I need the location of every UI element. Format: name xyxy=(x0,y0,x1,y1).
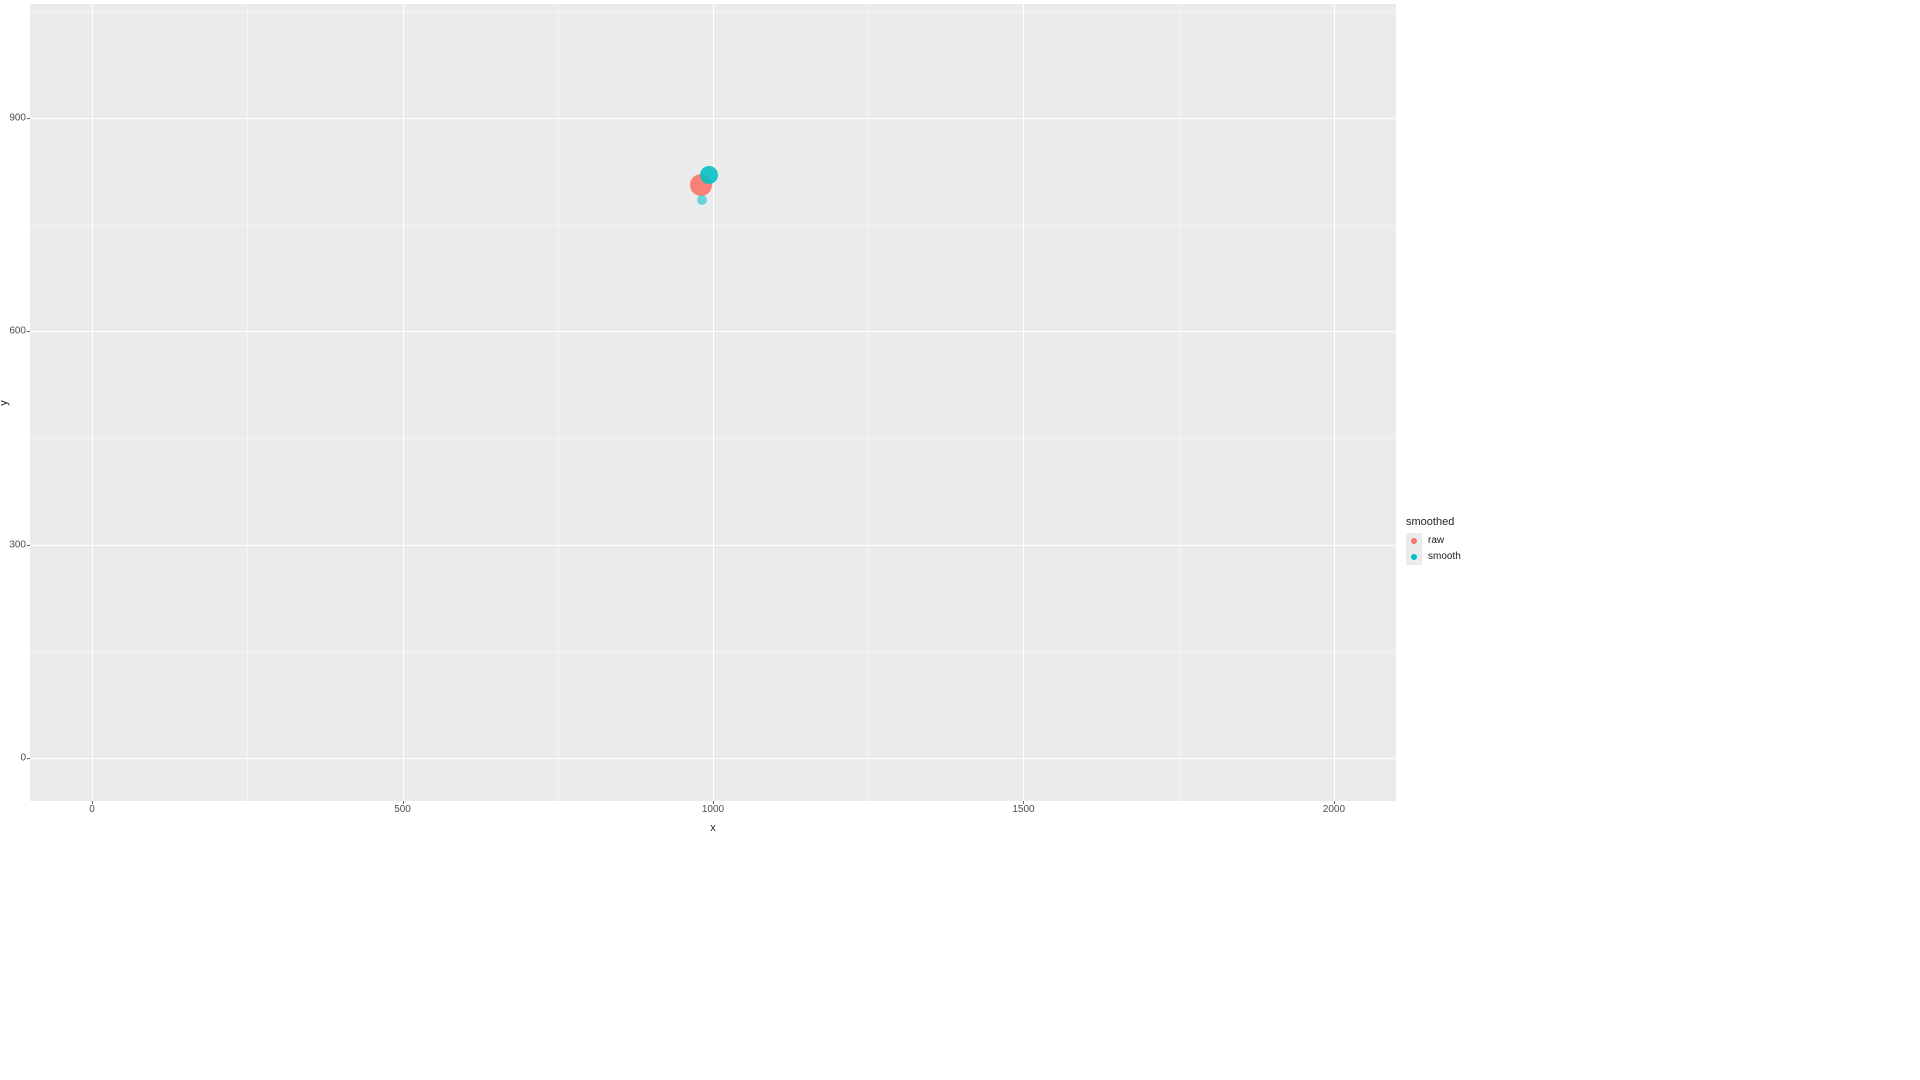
gridline-v xyxy=(868,4,869,801)
gridline-v xyxy=(713,4,714,801)
x-axis-title: x xyxy=(30,822,1396,834)
y-tick-label: 300 xyxy=(0,539,26,550)
legend-label: raw xyxy=(1428,535,1444,546)
y-tick-mark xyxy=(27,118,30,119)
legend-label: smooth xyxy=(1428,551,1461,562)
legend-key xyxy=(1406,533,1422,549)
legend-item-raw: raw xyxy=(1406,533,1461,549)
x-tick-mark xyxy=(713,801,714,804)
x-tick-mark xyxy=(1023,801,1024,804)
legend-key xyxy=(1406,549,1422,565)
legend-item-smooth: smooth xyxy=(1406,549,1461,565)
legend: smoothed raw smooth xyxy=(1406,0,1461,1080)
x-tick-label: 1000 xyxy=(702,804,724,815)
y-tick-label: 600 xyxy=(0,326,26,337)
gridline-v xyxy=(1179,4,1180,801)
y-tick-label: 900 xyxy=(0,112,26,123)
gridline-v xyxy=(558,4,559,801)
y-tick-mark xyxy=(27,331,30,332)
legend-dot-icon xyxy=(1411,554,1417,560)
legend-dot-icon xyxy=(1411,538,1417,544)
y-tick-mark xyxy=(27,545,30,546)
x-tick-mark xyxy=(92,801,93,804)
gridline-v xyxy=(1023,4,1024,801)
gridline-v xyxy=(92,4,93,801)
gridline-v xyxy=(1334,4,1335,801)
y-tick-label: 0 xyxy=(0,753,26,764)
x-tick-label: 500 xyxy=(394,804,411,815)
data-point-smooth xyxy=(700,166,718,184)
legend-title: smoothed xyxy=(1406,516,1461,528)
gridline-v xyxy=(403,4,404,801)
chart-container: x y smoothed raw smooth 0 300 600 900 0 500 100… xyxy=(0,0,1920,1080)
gridline-h xyxy=(30,865,1396,866)
plot-panel xyxy=(30,4,1396,801)
gridline-v xyxy=(247,4,248,801)
x-tick-label: 1500 xyxy=(1012,804,1034,815)
y-axis-title: y xyxy=(0,4,10,801)
x-tick-label: 0 xyxy=(89,804,95,815)
y-tick-mark xyxy=(27,758,30,759)
x-tick-label: 2000 xyxy=(1323,804,1345,815)
data-point-smooth xyxy=(697,195,707,205)
x-tick-mark xyxy=(1334,801,1335,804)
x-tick-mark xyxy=(403,801,404,804)
